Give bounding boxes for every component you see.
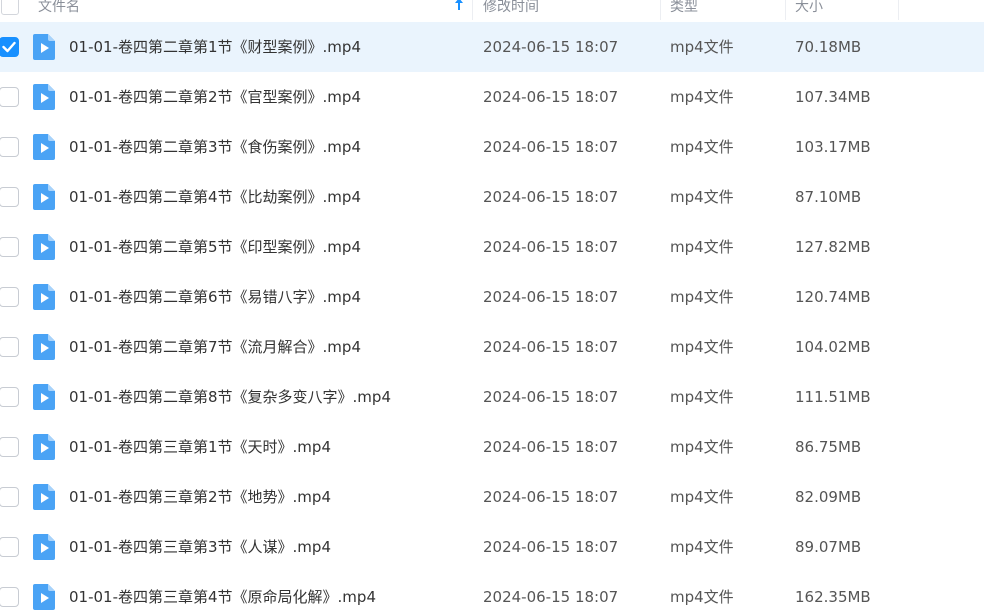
file-size: 87.10MB (795, 188, 862, 206)
file-row[interactable]: 01-01-卷四第二章第8节《复杂多变八字》.mp4 2024-06-15 18… (0, 372, 984, 422)
file-type: mp4文件 (670, 88, 734, 106)
file-modified-time: 2024-06-15 18:07 (483, 188, 619, 206)
file-size: 86.75MB (795, 438, 862, 456)
file-modified-time: 2024-06-15 18:07 (483, 288, 619, 306)
file-name[interactable]: 01-01-卷四第三章第3节《人谋》.mp4 (69, 522, 331, 572)
checkmark-icon (2, 41, 16, 53)
row-checkbox[interactable] (0, 37, 19, 57)
file-row[interactable]: 01-01-卷四第二章第1节《财型案例》.mp4 2024-06-15 18:0… (0, 22, 984, 72)
sort-ascending-icon[interactable] (452, 0, 466, 16)
file-row[interactable]: 01-01-卷四第三章第1节《天时》.mp4 2024-06-15 18:07 … (0, 422, 984, 472)
video-file-icon (33, 234, 55, 260)
video-file-icon (33, 584, 55, 610)
video-file-icon (33, 484, 55, 510)
file-modified-time: 2024-06-15 18:07 (483, 438, 619, 456)
file-row[interactable]: 01-01-卷四第二章第3节《食伤案例》.mp4 2024-06-15 18:0… (0, 122, 984, 172)
video-file-icon (33, 534, 55, 560)
file-name[interactable]: 01-01-卷四第二章第5节《印型案例》.mp4 (69, 222, 361, 272)
file-name[interactable]: 01-01-卷四第二章第3节《食伤案例》.mp4 (69, 122, 361, 172)
file-type: mp4文件 (670, 38, 734, 56)
file-modified-time: 2024-06-15 18:07 (483, 488, 619, 506)
row-checkbox[interactable] (0, 137, 19, 157)
row-checkbox[interactable] (0, 387, 19, 407)
file-modified-time: 2024-06-15 18:07 (483, 138, 619, 156)
row-checkbox[interactable] (0, 437, 19, 457)
file-type: mp4文件 (670, 138, 734, 156)
video-file-icon (33, 134, 55, 160)
column-header-modified[interactable]: 修改时间 (483, 0, 539, 20)
row-checkbox[interactable] (0, 87, 19, 107)
file-size: 70.18MB (795, 38, 862, 56)
file-name[interactable]: 01-01-卷四第三章第4节《原命局化解》.mp4 (69, 572, 376, 616)
file-type: mp4文件 (670, 388, 734, 406)
file-size: 111.51MB (795, 388, 871, 406)
file-row[interactable]: 01-01-卷四第二章第2节《官型案例》.mp4 2024-06-15 18:0… (0, 72, 984, 122)
file-name[interactable]: 01-01-卷四第二章第2节《官型案例》.mp4 (69, 72, 361, 122)
video-file-icon (33, 184, 55, 210)
file-size: 82.09MB (795, 488, 862, 506)
column-divider[interactable] (660, 0, 661, 20)
row-checkbox[interactable] (0, 237, 19, 257)
row-checkbox[interactable] (0, 537, 19, 557)
file-name[interactable]: 01-01-卷四第二章第6节《易错八字》.mp4 (69, 272, 361, 322)
video-file-icon (33, 434, 55, 460)
file-name[interactable]: 01-01-卷四第三章第1节《天时》.mp4 (69, 422, 331, 472)
column-header-size[interactable]: 大小 (795, 0, 823, 20)
file-name[interactable]: 01-01-卷四第二章第8节《复杂多变八字》.mp4 (69, 372, 391, 422)
file-size: 127.82MB (795, 238, 871, 256)
file-type: mp4文件 (670, 288, 734, 306)
column-header-type[interactable]: 类型 (670, 0, 698, 20)
file-type: mp4文件 (670, 238, 734, 256)
video-file-icon (33, 84, 55, 110)
file-modified-time: 2024-06-15 18:07 (483, 388, 619, 406)
file-name[interactable]: 01-01-卷四第二章第7节《流月解合》.mp4 (69, 322, 361, 372)
file-row[interactable]: 01-01-卷四第三章第2节《地势》.mp4 2024-06-15 18:07 … (0, 472, 984, 522)
row-checkbox[interactable] (0, 337, 19, 357)
file-modified-time: 2024-06-15 18:07 (483, 88, 619, 106)
row-checkbox[interactable] (0, 187, 19, 207)
file-name[interactable]: 01-01-卷四第二章第4节《比劫案例》.mp4 (69, 172, 361, 222)
file-type: mp4文件 (670, 488, 734, 506)
file-row[interactable]: 01-01-卷四第二章第7节《流月解合》.mp4 2024-06-15 18:0… (0, 322, 984, 372)
column-divider[interactable] (472, 0, 473, 20)
file-row[interactable]: 01-01-卷四第二章第4节《比劫案例》.mp4 2024-06-15 18:0… (0, 172, 984, 222)
column-header-row: 文件名 修改时间 类型 大小 (0, 0, 984, 20)
row-checkbox[interactable] (0, 287, 19, 307)
video-file-icon (33, 384, 55, 410)
column-divider[interactable] (898, 0, 899, 20)
file-row[interactable]: 01-01-卷四第三章第4节《原命局化解》.mp4 2024-06-15 18:… (0, 572, 984, 616)
video-file-icon (33, 334, 55, 360)
row-checkbox[interactable] (0, 487, 19, 507)
file-modified-time: 2024-06-15 18:07 (483, 238, 619, 256)
column-header-name[interactable]: 文件名 (38, 0, 80, 20)
file-row[interactable]: 01-01-卷四第三章第3节《人谋》.mp4 2024-06-15 18:07 … (0, 522, 984, 572)
file-size: 162.35MB (795, 588, 871, 606)
file-row[interactable]: 01-01-卷四第二章第6节《易错八字》.mp4 2024-06-15 18:0… (0, 272, 984, 322)
file-modified-time: 2024-06-15 18:07 (483, 338, 619, 356)
column-divider[interactable] (785, 0, 786, 20)
row-checkbox[interactable] (0, 587, 19, 607)
file-rows: 01-01-卷四第二章第1节《财型案例》.mp4 2024-06-15 18:0… (0, 22, 984, 616)
file-type: mp4文件 (670, 338, 734, 356)
video-file-icon (33, 34, 55, 60)
file-size: 89.07MB (795, 538, 862, 556)
file-size: 103.17MB (795, 138, 871, 156)
file-type: mp4文件 (670, 588, 734, 606)
file-type: mp4文件 (670, 538, 734, 556)
file-list: 文件名 修改时间 类型 大小 01-01-卷四第二章第1节《财型案例》.mp4 … (0, 0, 984, 616)
file-type: mp4文件 (670, 438, 734, 456)
file-name[interactable]: 01-01-卷四第二章第1节《财型案例》.mp4 (69, 22, 361, 72)
select-all-checkbox[interactable] (1, 0, 19, 15)
file-type: mp4文件 (670, 188, 734, 206)
file-modified-time: 2024-06-15 18:07 (483, 538, 619, 556)
file-size: 120.74MB (795, 288, 871, 306)
file-modified-time: 2024-06-15 18:07 (483, 38, 619, 56)
file-modified-time: 2024-06-15 18:07 (483, 588, 619, 606)
video-file-icon (33, 284, 55, 310)
file-size: 104.02MB (795, 338, 871, 356)
file-row[interactable]: 01-01-卷四第二章第5节《印型案例》.mp4 2024-06-15 18:0… (0, 222, 984, 272)
file-size: 107.34MB (795, 88, 871, 106)
file-name[interactable]: 01-01-卷四第三章第2节《地势》.mp4 (69, 472, 331, 522)
